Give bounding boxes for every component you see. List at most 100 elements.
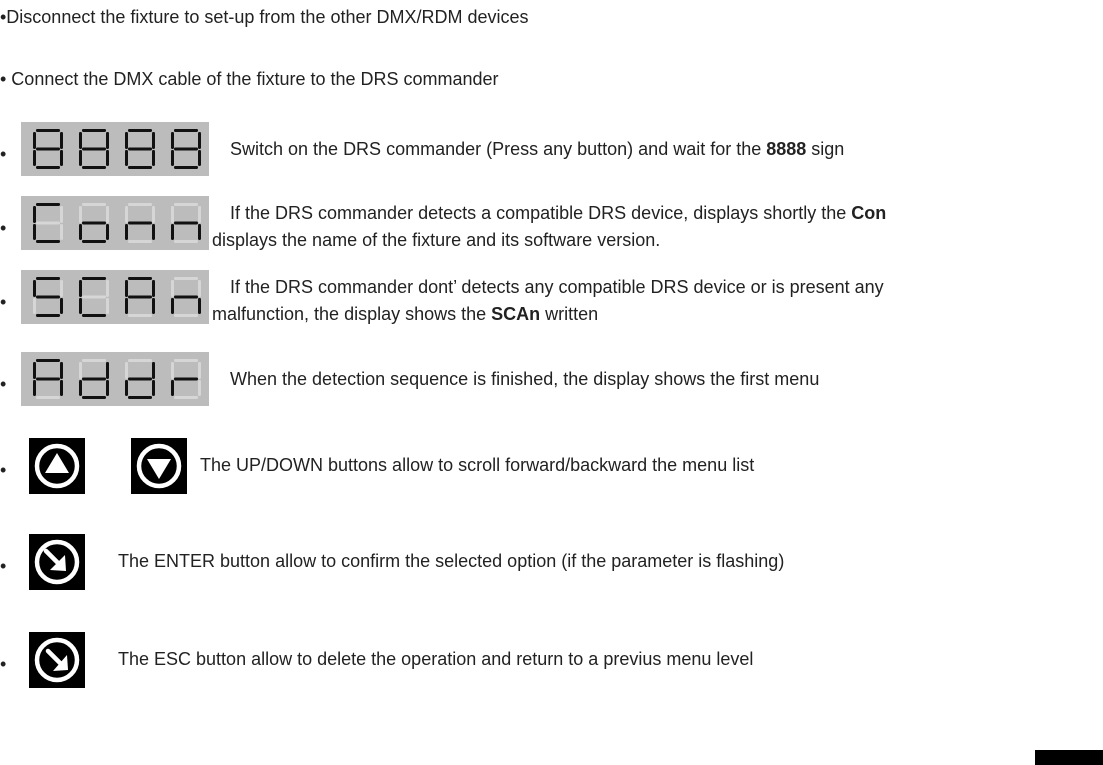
segment-b [106,132,109,149]
segment-f [79,362,82,379]
display-row-text: When the detection sequence is finished,… [230,369,820,389]
segment-e [79,380,82,396]
segment-g [82,221,106,225]
segment-g [36,147,60,151]
segment-a [36,277,60,280]
display-scan-svg [33,277,201,317]
segment-b [60,206,63,223]
segment-g [82,377,106,381]
segment-a [82,129,106,132]
segment-c [152,224,155,240]
segment-d [82,166,106,169]
display-digit-d [125,359,155,399]
segment-f [171,206,174,223]
segment-e [33,224,36,240]
display-digit-A [33,359,63,399]
segment-e [171,298,174,314]
segment-c [152,380,155,396]
display-digit-o [79,203,109,243]
segment-c [60,224,63,240]
button-row-text: The ESC button allow to delete the opera… [118,649,754,669]
segment-b [106,362,109,379]
segment-b [60,280,63,297]
display-digit-n [171,277,201,317]
segment-g [36,221,60,225]
segment-b [198,206,201,223]
esc-button-icon [29,632,85,688]
display-row-text: Switch on the DRS commander (Press any b… [230,139,845,159]
button-row-text: The ENTER button allow to confirm the se… [118,551,785,571]
segment-a [36,203,60,206]
segment-e [171,380,174,396]
segment-f [125,206,128,223]
display-row-text-line2: displays the name of the fixture and its… [212,230,661,250]
segment-a [36,359,60,362]
segment-b [198,280,201,297]
segment-c [198,298,201,314]
display-row-text-line2: malfunction, the display shows the SCAn … [212,304,599,324]
segment-b [198,132,201,149]
segment-c [106,380,109,396]
bullet: • [0,218,7,238]
segment-a [174,203,198,206]
segment-d [174,396,198,399]
down-arrow-button-icon [131,438,187,494]
segment-d [174,314,198,317]
segment-a [128,129,152,132]
segment-e [33,380,36,396]
segment-g [128,221,152,225]
segment-c [106,224,109,240]
segment-g [82,295,106,299]
bullet: • [0,374,7,394]
segment-b [106,280,109,297]
segment-a [128,277,152,280]
segment-f [125,280,128,297]
segment-d [36,314,60,317]
display-digit-8 [171,129,201,169]
segment-e [125,298,128,314]
display-8888-svg [33,129,201,169]
segment-c [198,150,201,166]
segment-a [36,129,60,132]
segment-e [33,150,36,166]
segment-e [125,150,128,166]
segment-a [128,359,152,362]
segment-c [106,298,109,314]
seven-segment-display-conn [21,196,209,250]
segment-c [106,150,109,166]
seven-segment-display-addr [21,352,209,406]
segment-g [36,377,60,381]
display-digit-d [79,359,109,399]
display-digit-n [171,203,201,243]
segment-a [82,359,106,362]
segment-g [128,147,152,151]
bullet: • [0,654,7,674]
segment-g [174,221,198,225]
segment-e [171,150,174,166]
segment-g [174,295,198,299]
segment-e [125,224,128,240]
segment-b [60,362,63,379]
segment-d [36,166,60,169]
segment-b [198,362,201,379]
display-digit-S [33,277,63,317]
display-addr-svg [33,359,201,399]
segment-c [60,380,63,396]
segment-g [128,295,152,299]
segment-f [171,362,174,379]
segment-f [125,132,128,149]
segment-f [125,362,128,379]
segment-b [106,206,109,223]
intro-connect: • Connect the DMX cable of the fixture t… [0,69,499,89]
segment-f [79,206,82,223]
display-conn-svg [33,203,201,243]
segment-f [79,280,82,297]
intro-disconnect: •Disconnect the fixture to set-up from t… [0,7,529,27]
display-digit-n [125,203,155,243]
segment-f [33,132,36,149]
segment-e [125,380,128,396]
bold-term-8888: 8888 [766,139,807,159]
display-row-text-line1: If the DRS commander detects a compatibl… [230,203,887,223]
segment-g [36,295,60,299]
display-digit-r [171,359,201,399]
